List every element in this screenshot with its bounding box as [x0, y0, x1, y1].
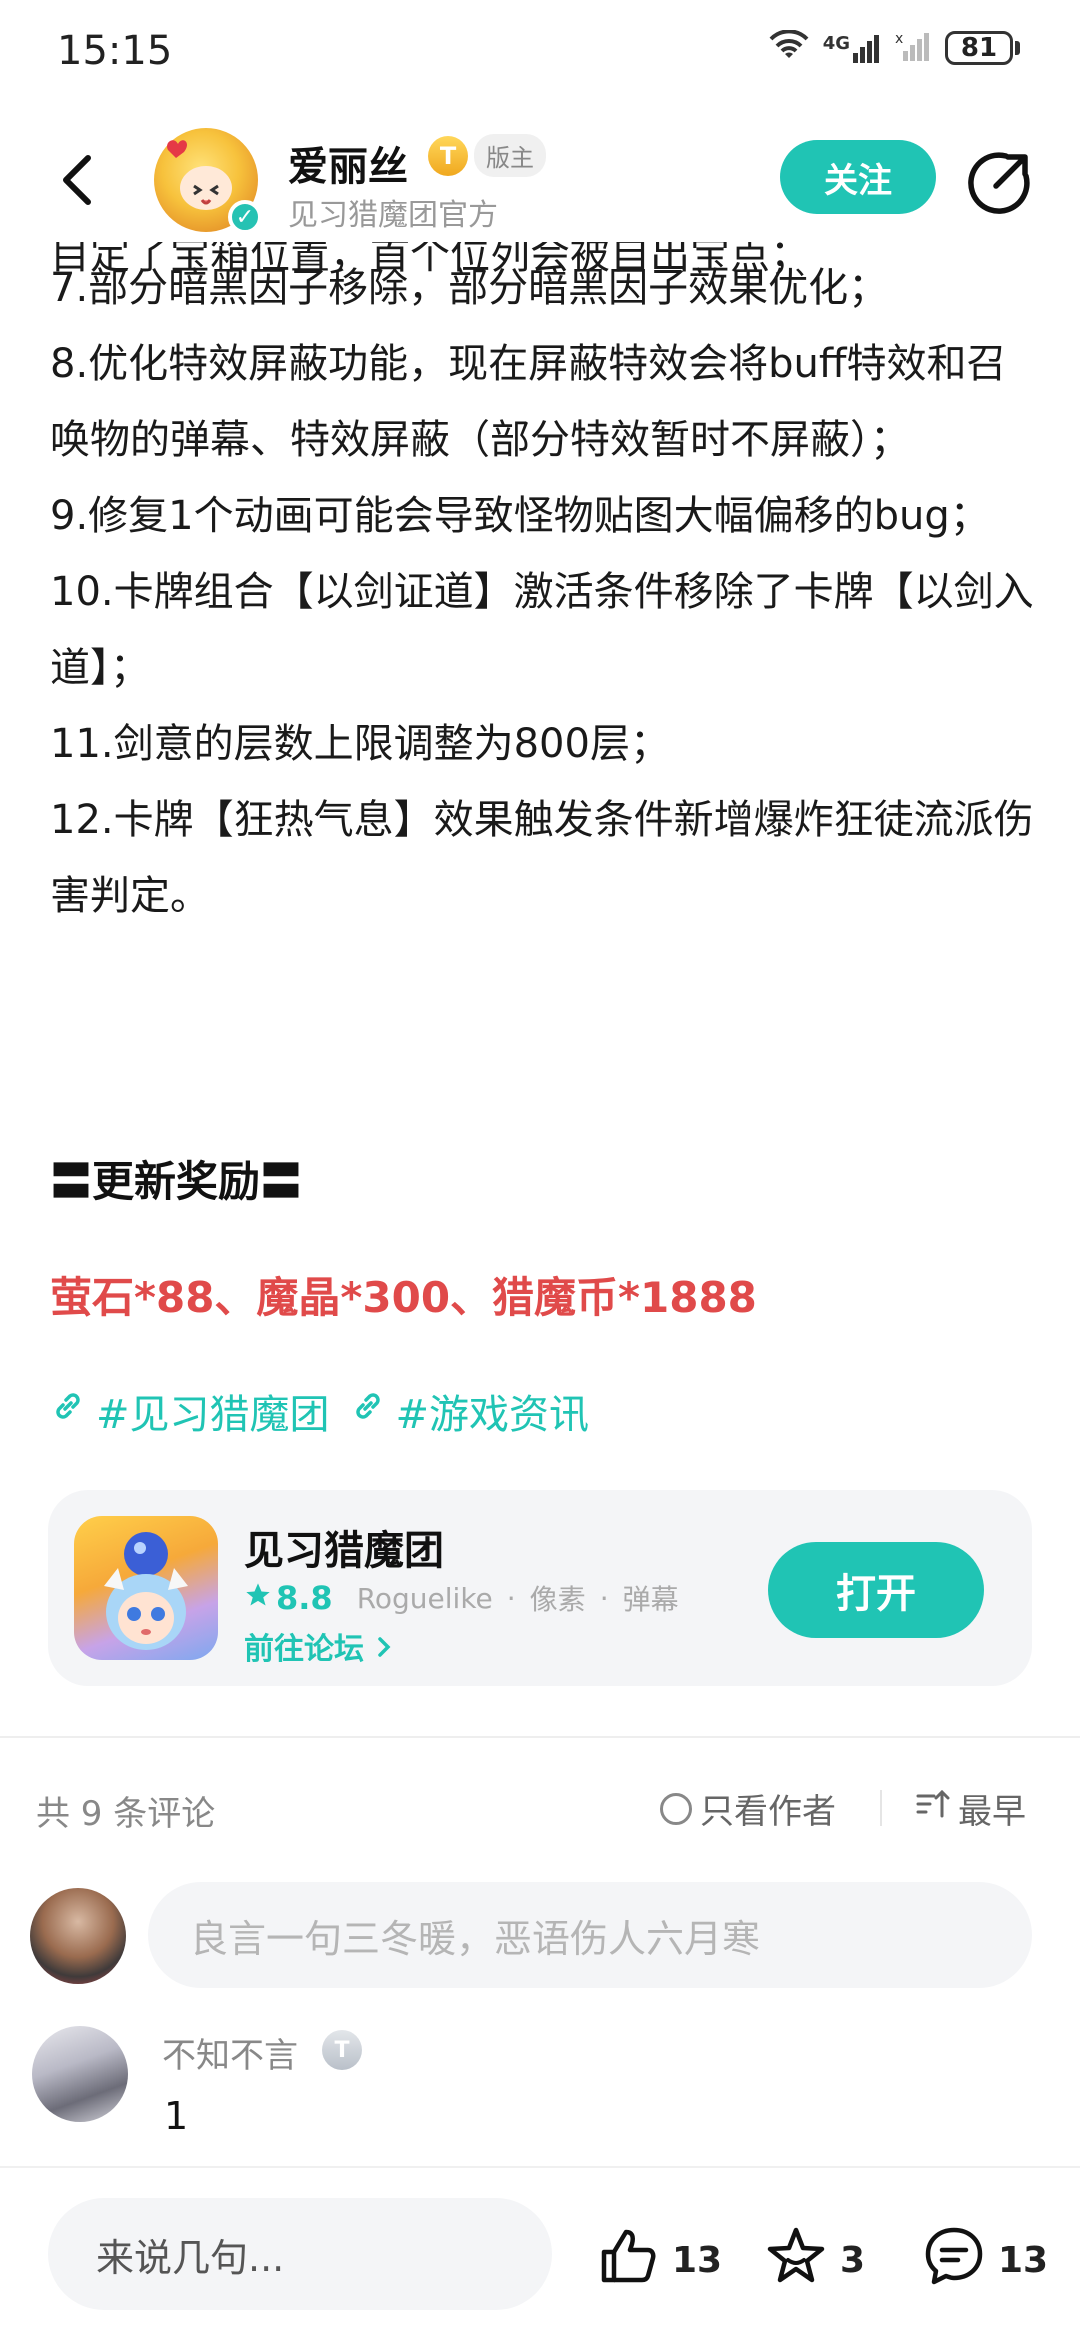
my-avatar: [30, 1888, 126, 1984]
like-count: 13: [672, 2240, 723, 2281]
level-badge: T: [428, 136, 468, 176]
tag-label: #见习猎魔团: [96, 1392, 330, 1438]
back-arrow-icon: [63, 155, 91, 205]
divider: [880, 1790, 882, 1826]
moderator-badge: 版主: [474, 134, 546, 177]
tag-link[interactable]: #游戏资讯: [350, 1382, 590, 1440]
star-outline-icon: [764, 2224, 828, 2297]
author-only-label: 只看作者: [700, 1792, 836, 1832]
chat-bubble-icon: [922, 2224, 986, 2297]
share-icon: [968, 152, 1030, 214]
battery-icon: 81: [945, 31, 1013, 65]
comment-username[interactable]: 不知不言: [162, 2028, 298, 2077]
comment-input[interactable]: 良言一句三冬暖，恶语伤人六月寒: [148, 1882, 1032, 1988]
sort-toggle[interactable]: 最早: [914, 1784, 1026, 1833]
svg-text:x: x: [895, 31, 903, 47]
game-rating: 8.8: [276, 1579, 333, 1617]
sort-icon: [914, 1788, 950, 1829]
game-name: 见习猎魔团: [244, 1528, 444, 1574]
chevron-right-icon: [374, 1632, 394, 1667]
radio-icon: [660, 1792, 692, 1825]
game-card[interactable]: 见习猎魔团 8.8 Roguelike · 像素 · 弹幕 前往论坛 打开: [48, 1490, 1032, 1686]
favorite-button[interactable]: 3: [764, 2224, 865, 2297]
author-name[interactable]: 爱丽丝: [288, 134, 408, 192]
comment-count-bottom: 13: [998, 2240, 1049, 2281]
like-button[interactable]: 13: [596, 2224, 722, 2297]
reply-input[interactable]: 来说几句...: [48, 2198, 552, 2310]
game-genre: 像素: [529, 1583, 586, 1616]
comment-button[interactable]: 13: [922, 2224, 1048, 2297]
comment-count: 共 9 条评论: [36, 1794, 216, 1834]
open-game-button[interactable]: 打开: [768, 1542, 984, 1638]
game-genre: Roguelike: [356, 1581, 493, 1615]
article-item: 10.卡牌组合【以剑证道】激活条件移除了卡牌【以剑入道】；: [50, 569, 1034, 691]
tag-list: #见习猎魔团 #游戏资讯: [50, 1382, 589, 1440]
game-rating-group: 8.8: [244, 1579, 333, 1617]
verified-icon: ✓: [228, 200, 262, 234]
favorite-count: 3: [840, 2240, 866, 2281]
follow-button[interactable]: 关注: [780, 140, 936, 214]
game-genre: 弹幕: [622, 1583, 679, 1616]
network-label: 4G: [822, 33, 850, 54]
article-item: 8.优化特效屏蔽功能，现在屏蔽特效会将buff特效和召唤物的弹幕、特效屏蔽（部分…: [50, 341, 1007, 463]
link-icon: [50, 1388, 86, 1434]
author-only-toggle[interactable]: 只看作者: [660, 1784, 836, 1833]
section-title: 〓更新奖励〓: [50, 1157, 303, 1206]
forum-link-label: 前往论坛: [244, 1632, 364, 1667]
level-badge: T: [322, 2030, 362, 2070]
tag-link[interactable]: #见习猎魔团: [50, 1382, 330, 1440]
article-item: 11.剑意的层数上限调整为800层；: [50, 721, 670, 767]
dot-separator: ·: [599, 1581, 609, 1615]
tag-label: #游戏资讯: [395, 1392, 590, 1438]
bottom-action-bar: 来说几句... 13 3 13: [0, 2166, 1080, 2340]
star-icon: [244, 1581, 272, 1616]
status-time: 15:15: [57, 28, 173, 74]
comment-avatar[interactable]: [32, 2026, 128, 2122]
sort-label: 最早: [958, 1792, 1026, 1832]
game-icon: [74, 1516, 218, 1660]
article-item: 12.卡牌【狂热气息】效果触发条件新增爆炸狂徒流派伤害判定。: [50, 797, 1034, 919]
divider: [0, 1736, 1080, 1738]
link-icon: [350, 1388, 386, 1434]
article-item: 9.修复1个动画可能会导致怪物贴图大幅偏移的bug；: [50, 493, 990, 539]
signal-empty-icon: x: [895, 31, 931, 65]
author-avatar[interactable]: ✓: [154, 128, 262, 234]
dot-separator: ·: [506, 1581, 516, 1615]
article-body: 7.部分暗黑因子移除，部分暗黑因子效果优化； 8.优化特效屏蔽功能，现在屏蔽特效…: [50, 240, 1040, 934]
back-button[interactable]: [50, 150, 110, 210]
post-header: ✓ 爱丽丝 T 版主 见习猎魔团官方 关注: [0, 110, 1080, 240]
share-button[interactable]: [966, 148, 1034, 216]
article-item: 7.部分暗黑因子移除，部分暗黑因子效果优化；: [50, 265, 889, 311]
comment-text: 1: [164, 2094, 189, 2138]
game-meta: 8.8 Roguelike · 像素 · 弹幕: [244, 1578, 679, 1618]
forum-link[interactable]: 前往论坛: [244, 1624, 394, 1668]
thumbs-up-icon: [596, 2224, 660, 2297]
wifi-icon: [769, 29, 809, 66]
signal-4g-icon: 4G: [823, 33, 881, 63]
author-subtitle: 见习猎魔团官方: [288, 198, 498, 233]
reward-text: 萤石*88、魔晶*300、猎魔币*1888: [50, 1273, 757, 1322]
status-icons: 4G x 81: [769, 29, 1020, 66]
